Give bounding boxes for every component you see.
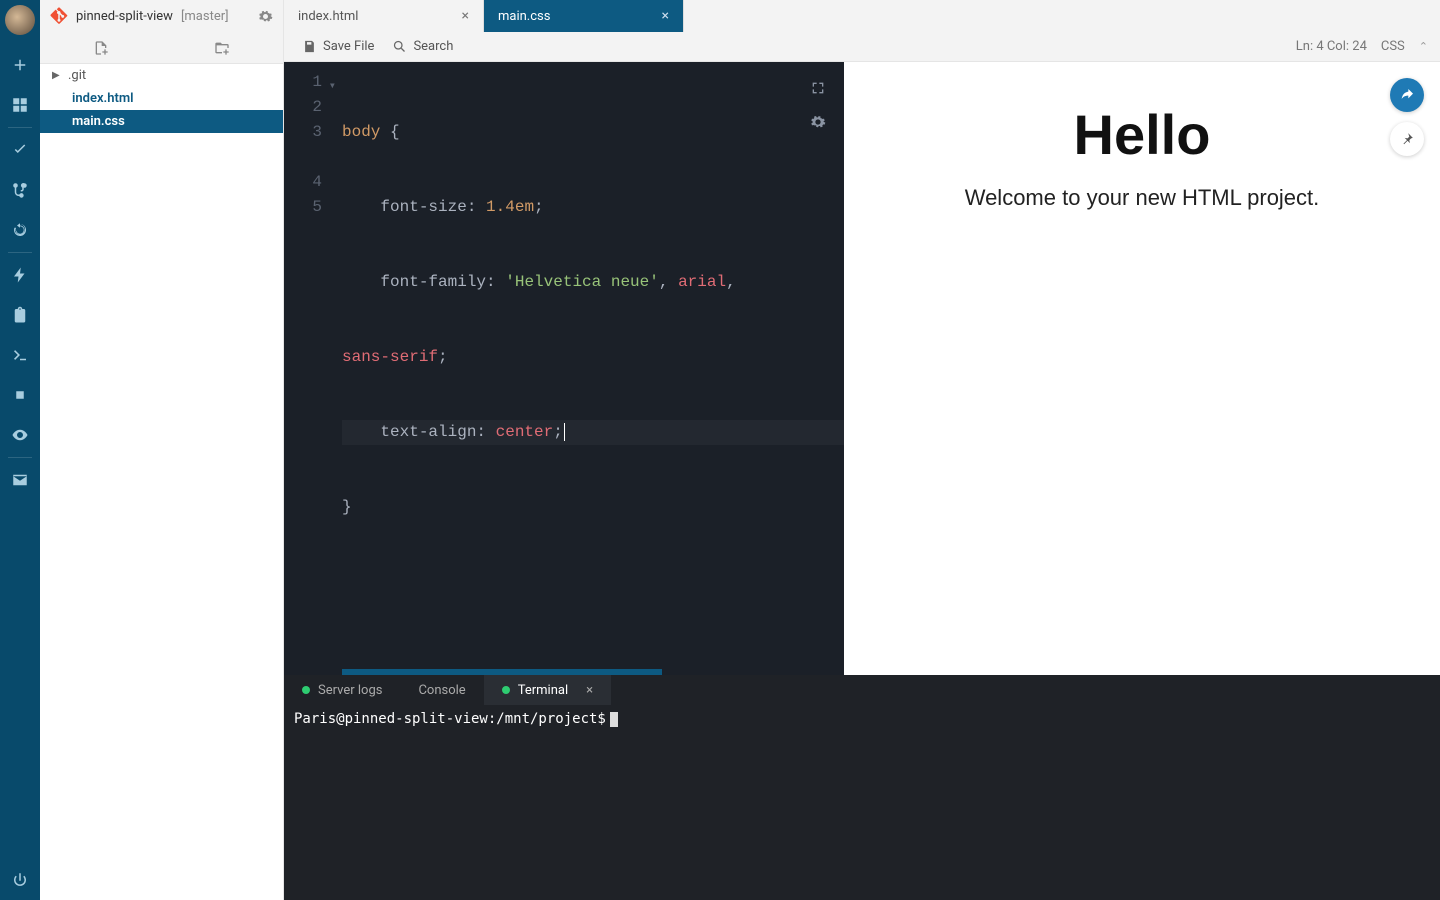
terminal-prompt: Paris@pinned-split-view:/mnt/project$ <box>294 711 606 727</box>
preview-pane: Hello Welcome to your new HTML project. <box>844 62 1440 675</box>
chevron-up-icon[interactable]: ⌃ <box>1419 40 1428 53</box>
tabbar: index.html × main.css × <box>284 0 1440 32</box>
tab-label: index.html <box>298 9 358 24</box>
bp-tab-label: Console <box>418 683 465 698</box>
terminal-cursor <box>610 712 618 727</box>
sidebar: pinned-split-view [master] ▶ .git index.… <box>40 0 284 900</box>
editor-toolbar: Save File Search Ln: 4 Col: 24 CSS ⌃ <box>284 32 1440 62</box>
eye-icon[interactable] <box>0 415 40 455</box>
save-label: Save File <box>323 39 374 54</box>
preview-heading: Hello <box>844 102 1440 167</box>
git-icon <box>50 7 68 25</box>
tab-terminal[interactable]: Terminal × <box>484 675 611 705</box>
stop-icon[interactable] <box>0 375 40 415</box>
bottom-panel-tabs: Server logs Console Terminal × <box>284 675 1440 705</box>
branch-icon[interactable] <box>0 170 40 210</box>
branch-label: [master] <box>181 9 229 24</box>
close-icon[interactable]: × <box>662 9 669 23</box>
activity-bar <box>0 0 40 900</box>
status-lang[interactable]: CSS <box>1381 39 1405 54</box>
save-file-button[interactable]: Save File <box>296 36 380 57</box>
status-dot-icon <box>302 686 310 694</box>
bottom-panel: Server logs Console Terminal × Paris@pin… <box>284 675 1440 900</box>
history-icon[interactable] <box>0 210 40 250</box>
avatar[interactable] <box>5 5 35 35</box>
tree-file-label: index.html <box>72 91 134 106</box>
dashboard-icon[interactable] <box>0 85 40 125</box>
chevron-right-icon: ▶ <box>52 70 62 81</box>
pin-button[interactable] <box>1390 122 1424 156</box>
search-button[interactable]: Search <box>386 36 459 57</box>
mail-icon[interactable] <box>0 460 40 500</box>
fold-icon[interactable]: ▾ <box>329 74 336 99</box>
gear-icon[interactable] <box>810 114 826 130</box>
bolt-icon[interactable] <box>0 255 40 295</box>
text-cursor <box>564 423 565 441</box>
tab-main-css[interactable]: main.css × <box>484 0 684 32</box>
gutter: 1▾ 2 3 4 5 <box>284 62 328 220</box>
terminal-icon[interactable] <box>0 335 40 375</box>
close-icon[interactable]: × <box>586 683 593 698</box>
close-icon[interactable]: × <box>462 9 469 23</box>
project-header: pinned-split-view [master] <box>40 0 283 32</box>
editor-pane[interactable]: 1▾ 2 3 4 5 body { font-size: 1.4em; font… <box>284 62 844 675</box>
editor-hscrollbar[interactable] <box>342 669 662 675</box>
project-name: pinned-split-view <box>76 9 173 24</box>
expand-icon[interactable] <box>810 80 826 96</box>
search-label: Search <box>413 39 453 54</box>
tree-file-maincss[interactable]: main.css <box>40 110 283 133</box>
bp-tab-label: Terminal <box>518 683 568 698</box>
sidebar-toolbar <box>40 32 283 64</box>
check-icon[interactable] <box>0 130 40 170</box>
tree-folder-git[interactable]: ▶ .git <box>40 64 283 87</box>
clipboard-icon[interactable] <box>0 295 40 335</box>
tab-server-logs[interactable]: Server logs <box>284 675 400 705</box>
new-file-icon[interactable] <box>93 40 109 56</box>
bp-tab-label: Server logs <box>318 683 382 698</box>
status-dot-icon <box>502 686 510 694</box>
tree-file-index[interactable]: index.html <box>40 87 283 110</box>
status-ln-col: Ln: 4 Col: 24 <box>1296 39 1367 54</box>
preview-paragraph: Welcome to your new HTML project. <box>844 185 1440 211</box>
code-area[interactable]: body { font-size: 1.4em; font-family: 'H… <box>342 70 844 570</box>
power-icon[interactable] <box>0 860 40 900</box>
gear-icon[interactable] <box>258 9 273 24</box>
tree-folder-label: .git <box>68 68 86 83</box>
terminal-body[interactable]: Paris@pinned-split-view:/mnt/project$ <box>284 705 1440 900</box>
content-row: 1▾ 2 3 4 5 body { font-size: 1.4em; font… <box>284 62 1440 675</box>
file-tree: ▶ .git index.html main.css <box>40 64 283 900</box>
tree-file-label: main.css <box>72 114 125 129</box>
tab-index-html[interactable]: index.html × <box>284 0 484 32</box>
tab-console[interactable]: Console <box>400 675 483 705</box>
tab-label: main.css <box>498 9 550 24</box>
share-button[interactable] <box>1390 78 1424 112</box>
add-icon[interactable] <box>0 45 40 85</box>
new-folder-icon[interactable] <box>214 40 230 56</box>
main: index.html × main.css × Save File Search… <box>284 0 1440 900</box>
